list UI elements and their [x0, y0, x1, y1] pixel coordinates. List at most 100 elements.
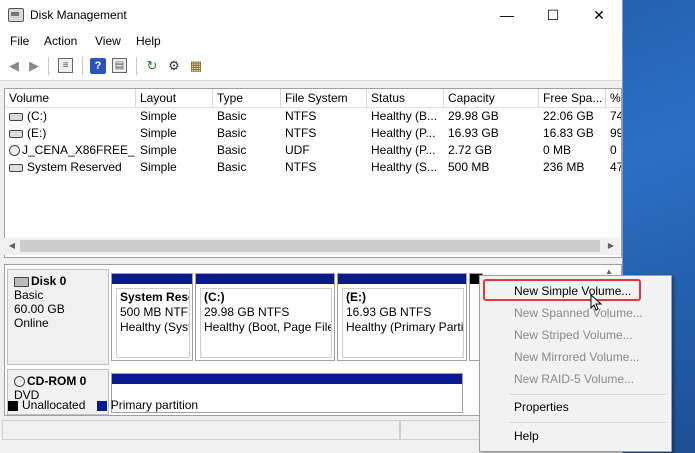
highlight-box [483, 279, 641, 301]
col-capacity[interactable]: Capacity [444, 89, 539, 107]
settings-icon[interactable]: ⚙ [166, 58, 182, 74]
partition-status: Healthy (Boot, Page File [204, 320, 332, 334]
col-volume[interactable]: Volume [5, 89, 136, 107]
menu-help-item[interactable]: Help [480, 425, 671, 447]
volume-name: (C:) [27, 109, 47, 123]
menu-separator [510, 422, 666, 423]
table-row[interactable]: J_CENA_X86FREE_... Simple Basic UDF Heal… [5, 142, 621, 159]
volume-name: (E:) [27, 126, 47, 140]
menu-properties[interactable]: Properties [480, 396, 671, 418]
partition-c[interactable]: (C:) 29.98 GB NTFS Healthy (Boot, Page F… [195, 273, 335, 361]
disk-size: 60.00 GB [14, 302, 65, 316]
toolbar: ◀ ▶ ≡ ? ▤ ↻ ⚙ ▦ [0, 52, 622, 81]
disk-list-icon[interactable]: ≡ [58, 58, 73, 73]
volume-fs: NTFS [285, 109, 317, 123]
volume-capacity: 500 MB [448, 160, 490, 174]
close-button[interactable]: ✕ [576, 0, 622, 30]
volume-list-hscrollbar[interactable]: ◀ ▶ [4, 238, 620, 255]
partition-e[interactable]: (E:) 16.93 GB NTFS Healthy (Primary Part… [337, 273, 467, 361]
table-row[interactable]: (E:) Simple Basic NTFS Healthy (P... 16.… [5, 125, 621, 142]
unallocated-swatch [8, 400, 18, 411]
scroll-thumb[interactable] [20, 240, 600, 252]
status-cell [2, 420, 400, 440]
disk-0-label[interactable]: Disk 0 Basic 60.00 GB Online [7, 269, 109, 365]
col-free-space[interactable]: Free Spa... [539, 89, 606, 107]
volume-pct: 47 [610, 160, 621, 174]
partition-system-reserved[interactable]: System Rese 500 MB NTFS Healthy (Syst [111, 273, 193, 361]
forward-arrow-icon[interactable]: ▶ [26, 58, 42, 74]
volume-list[interactable]: Volume Layout Type File System Status Ca… [4, 88, 622, 258]
menu-new-raid5-volume[interactable]: New RAID-5 Volume... [480, 368, 671, 390]
volume-type: Basic [217, 109, 247, 123]
volume-fs: NTFS [285, 160, 317, 174]
volume-free: 22.06 GB [543, 109, 594, 123]
refresh-icon[interactable]: ↻ [144, 58, 160, 74]
cd-icon [9, 145, 20, 157]
volume-type: Basic [217, 143, 247, 157]
help-icon[interactable]: ? [90, 58, 106, 74]
col-type[interactable]: Type [213, 89, 281, 107]
table-row[interactable]: System Reserved Simple Basic NTFS Health… [5, 159, 621, 176]
drive-icon [9, 112, 23, 121]
menu-new-mirrored-volume[interactable]: New Mirrored Volume... [480, 346, 671, 368]
menu-help[interactable]: Help [136, 34, 161, 48]
properties-icon[interactable]: ▤ [112, 58, 127, 73]
menu-bar: File Action View Help [0, 30, 622, 52]
rescan-icon[interactable]: ▦ [188, 58, 204, 74]
volume-status: Healthy (P... [371, 126, 436, 140]
volume-name: J_CENA_X86FREE_... [22, 143, 136, 157]
volume-type: Basic [217, 160, 247, 174]
context-menu: New Simple Volume... New Spanned Volume.… [479, 275, 672, 452]
volume-pct: 99 [610, 126, 621, 140]
col-layout[interactable]: Layout [136, 89, 213, 107]
disk-management-icon [8, 8, 24, 22]
menu-view[interactable]: View [95, 34, 121, 48]
volume-status: Healthy (B... [371, 109, 438, 123]
disk-type: Basic [14, 288, 44, 302]
partition-name: (C:) [204, 290, 225, 304]
scroll-left-icon[interactable]: ◀ [5, 239, 19, 253]
table-row[interactable]: (C:) Simple Basic NTFS Healthy (B... 29.… [5, 108, 621, 125]
volume-layout: Simple [140, 126, 177, 140]
partition-status: Healthy (Syst [120, 320, 190, 334]
volume-free: 236 MB [543, 160, 585, 174]
col-status[interactable]: Status [367, 89, 444, 107]
menu-action[interactable]: Action [44, 34, 77, 48]
window-title: Disk Management [30, 8, 127, 22]
menu-file[interactable]: File [10, 34, 29, 48]
scroll-right-icon[interactable]: ▶ [604, 239, 618, 253]
partition-name: System Rese [120, 290, 190, 304]
mouse-cursor-icon [590, 294, 603, 311]
disk-icon [14, 276, 29, 287]
volume-layout: Simple [140, 109, 177, 123]
partition-name: (E:) [346, 290, 366, 304]
volume-layout: Simple [140, 143, 177, 157]
partition-detail: 29.98 GB NTFS [204, 305, 290, 319]
disk-name: CD-ROM 0 [27, 374, 87, 388]
volume-pct: 74 [610, 109, 621, 123]
col-percent-free[interactable]: % [606, 89, 621, 107]
volume-fs: NTFS [285, 126, 317, 140]
volume-free: 0 MB [543, 143, 572, 157]
volume-layout: Simple [140, 160, 177, 174]
volume-status: Healthy (P... [371, 143, 436, 157]
partition-detail: 16.93 GB NTFS [346, 305, 432, 319]
drive-icon [9, 129, 23, 138]
legend-unallocated: Unallocated [22, 398, 86, 412]
volume-pct: 0 [610, 143, 617, 157]
col-file-system[interactable]: File System [281, 89, 367, 107]
volume-capacity: 29.98 GB [448, 109, 499, 123]
disk-name: Disk 0 [31, 274, 67, 288]
menu-new-spanned-volume[interactable]: New Spanned Volume... [480, 302, 671, 324]
disk-state: Online [14, 316, 49, 330]
menu-new-striped-volume[interactable]: New Striped Volume... [480, 324, 671, 346]
volume-capacity: 16.93 GB [448, 126, 499, 140]
back-arrow-icon[interactable]: ◀ [6, 58, 22, 74]
volume-fs: UDF [285, 143, 310, 157]
volume-status: Healthy (S... [371, 160, 438, 174]
maximize-button[interactable]: ☐ [530, 0, 576, 30]
title-bar[interactable]: Disk Management — ☐ ✕ [0, 0, 622, 30]
primary-swatch [96, 400, 107, 411]
minimize-button[interactable]: — [484, 0, 530, 30]
partition-status: Healthy (Primary Partiti [346, 320, 464, 334]
